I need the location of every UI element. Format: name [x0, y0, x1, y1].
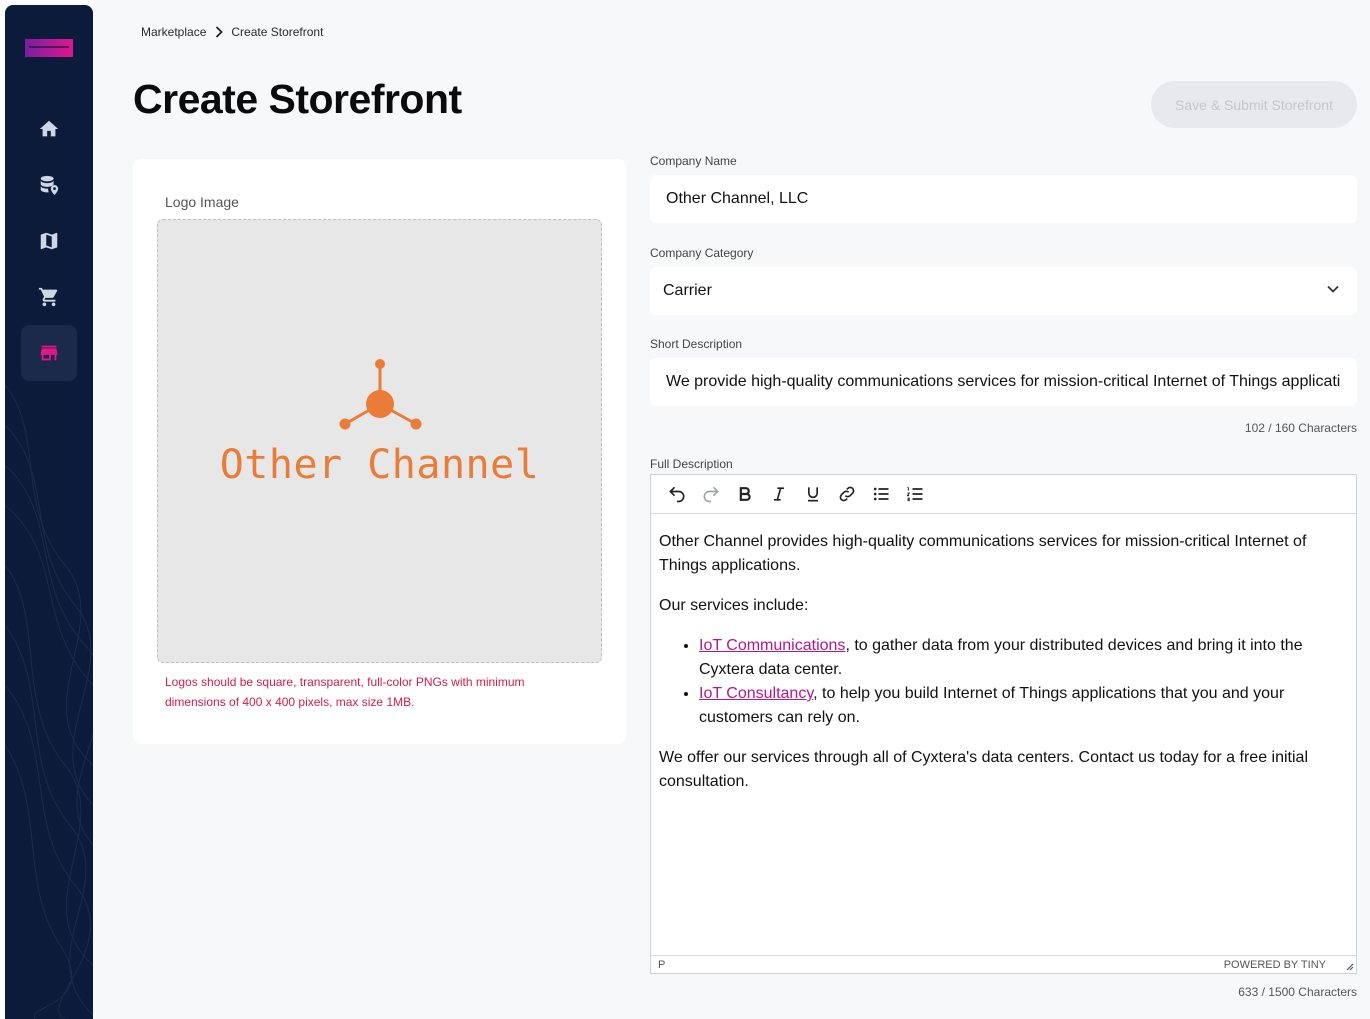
rich-text-editor: Other Channel provides high-quality comm… — [650, 474, 1357, 974]
list-item: IoT Consultancy, to help you build Inter… — [699, 682, 1348, 730]
resize-handle-icon[interactable] — [1344, 961, 1354, 971]
breadcrumb: Marketplace Create Storefront — [141, 25, 323, 39]
editor-statusbar: P POWERED BY TINY — [651, 955, 1356, 973]
bullet-list-icon — [873, 487, 889, 501]
services-list: IoT Communications, to gather data from … — [699, 634, 1348, 730]
element-path[interactable]: P — [658, 959, 665, 971]
company-category-value: Carrier — [663, 282, 712, 299]
numbered-list-button[interactable] — [898, 477, 932, 511]
numbered-list-icon — [906, 486, 923, 502]
link-button[interactable] — [830, 477, 864, 511]
database-pin-icon — [40, 175, 59, 196]
link-icon — [839, 486, 855, 502]
bullet-list-button[interactable] — [864, 477, 898, 511]
storefront-icon — [40, 345, 58, 361]
iot-communications-link[interactable]: IoT Communications — [699, 637, 845, 654]
logo-help-text: Logos should be square, transparent, ful… — [165, 675, 525, 709]
redo-icon — [703, 486, 719, 503]
logo-image-label: Logo Image — [165, 194, 239, 210]
nav-home[interactable] — [21, 101, 77, 157]
italic-button[interactable] — [762, 477, 796, 511]
cart-icon — [38, 287, 58, 307]
short-description-input[interactable]: We provide high-quality communications s… — [650, 358, 1357, 406]
main-content: Marketplace Create Storefront Create Sto… — [93, 0, 1370, 1019]
logo-upload-dropzone[interactable]: Other Channel — [157, 219, 602, 663]
editor-toolbar — [651, 475, 1356, 514]
logo-wordmark: Other Channel — [219, 442, 540, 488]
save-submit-button[interactable]: Save & Submit Storefront — [1151, 81, 1357, 128]
nav-cart[interactable] — [21, 269, 77, 325]
editor-content-area[interactable]: Other Channel provides high-quality comm… — [651, 514, 1356, 794]
description-paragraph: Our services include: — [659, 597, 809, 614]
bold-button[interactable] — [728, 477, 762, 511]
breadcrumb-current: Create Storefront — [231, 25, 324, 39]
short-description-label: Short Description — [650, 337, 743, 351]
description-paragraph: Other Channel provides high-quality comm… — [659, 533, 1307, 574]
powered-by-tiny-link[interactable]: POWERED BY TINY — [1224, 959, 1326, 971]
logo-card: Logo Image Other Channel Logos should be… — [133, 159, 626, 744]
network-node-logo-icon — [339, 359, 422, 430]
undo-icon — [669, 486, 685, 503]
nav-data[interactable] — [21, 157, 77, 213]
full-description-label: Full Description — [650, 457, 733, 471]
bold-icon — [739, 487, 751, 501]
nav-storefront[interactable] — [21, 325, 77, 381]
undo-button[interactable] — [660, 477, 694, 511]
map-icon — [40, 232, 58, 250]
breadcrumb-marketplace-link[interactable]: Marketplace — [141, 25, 206, 39]
nav-map[interactable] — [21, 213, 77, 269]
company-name-input[interactable]: Other Channel, LLC — [650, 175, 1357, 223]
brand-logo[interactable] — [25, 39, 73, 57]
redo-button[interactable] — [694, 477, 728, 511]
underline-icon — [808, 487, 818, 502]
chevron-right-icon — [216, 26, 224, 38]
sidebar — [5, 5, 93, 1019]
chevron-down-icon — [1327, 285, 1339, 293]
company-category-select[interactable]: Carrier — [650, 267, 1357, 315]
underline-button[interactable] — [796, 477, 830, 511]
company-category-label: Company Category — [650, 246, 754, 260]
short-description-counter: 102 / 160 Characters — [1244, 421, 1357, 435]
description-paragraph: We offer our services through all of Cyx… — [659, 749, 1308, 790]
full-description-counter: 633 / 1500 Characters — [1238, 985, 1357, 999]
list-item: IoT Communications, to gather data from … — [699, 634, 1348, 682]
page-title: Create Storefront — [133, 76, 462, 122]
company-name-label: Company Name — [650, 154, 737, 168]
home-icon — [39, 120, 59, 137]
italic-icon — [774, 487, 784, 501]
iot-consultancy-link[interactable]: IoT Consultancy — [699, 685, 813, 702]
